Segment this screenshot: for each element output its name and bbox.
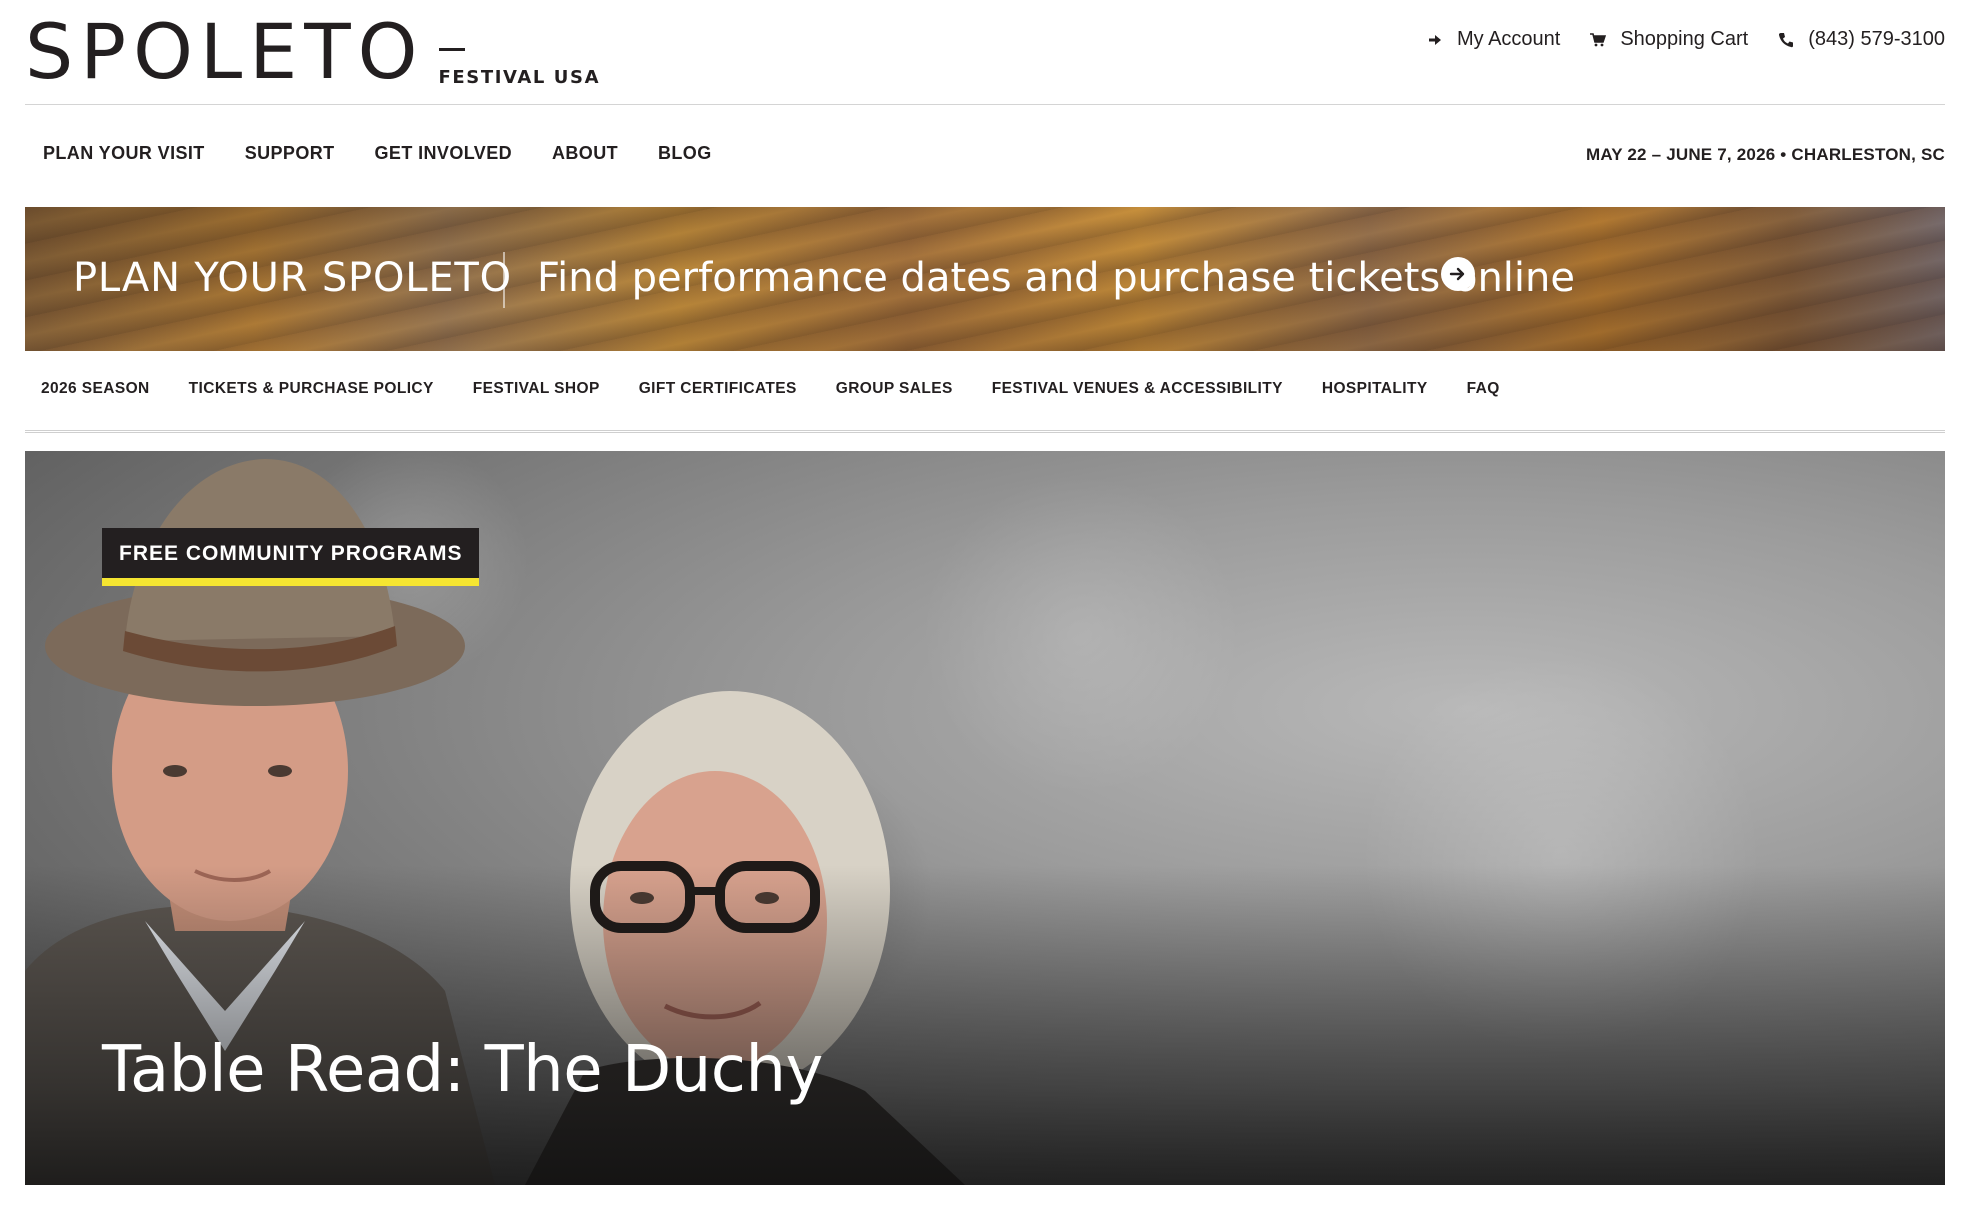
spoleto-logo[interactable]: SPOLETO FESTIVAL USA — [25, 14, 600, 90]
utility-nav: My Account Shopping Cart (843) 579-3100 — [1427, 28, 1945, 51]
my-account-label: My Account — [1456, 28, 1561, 50]
subnav-item-gift-certificates[interactable]: GIFT CERTIFICATES — [639, 380, 797, 398]
hero-bottom-shade — [25, 865, 1945, 1185]
nav-item-plan-your-visit[interactable]: PLAN YOUR VISIT — [43, 143, 205, 164]
nav-item-about[interactable]: ABOUT — [552, 143, 618, 164]
logo-subtitle-block: FESTIVAL USA — [438, 48, 601, 88]
nav-item-get-involved[interactable]: GET INVOLVED — [375, 143, 512, 164]
category-badge[interactable]: FREE COMMUNITY PROGRAMS — [102, 528, 480, 586]
main-nav-list: PLAN YOUR VISIT SUPPORT GET INVOLVED ABO… — [43, 143, 712, 164]
promo-divider — [503, 252, 505, 308]
subnav-item-tickets-purchase-policy[interactable]: TICKETS & PURCHASE POLICY — [189, 380, 434, 398]
arrow-circle-icon[interactable] — [1441, 257, 1475, 291]
nav-item-blog[interactable]: BLOG — [658, 143, 712, 164]
hero-feature-card[interactable]: FREE COMMUNITY PROGRAMS Table Read: The … — [25, 451, 1945, 1185]
site-header: SPOLETO FESTIVAL USA My Account Shopping… — [25, 0, 1945, 105]
main-nav: PLAN YOUR VISIT SUPPORT GET INVOLVED ABO… — [25, 105, 1945, 205]
phone-number: (843) 579-3100 — [1808, 28, 1945, 50]
subnav-item-group-sales[interactable]: GROUP SALES — [836, 380, 953, 398]
promo-text: Find performance dates and purchase tick… — [537, 255, 1575, 301]
hero-title[interactable]: Table Read: The Duchy — [102, 1033, 823, 1107]
plan-your-spoleto-banner[interactable]: PLAN YOUR SPOLETO Find performance dates… — [25, 207, 1945, 351]
logo-subtitle: FESTIVAL USA — [438, 67, 601, 88]
nav-item-support[interactable]: SUPPORT — [245, 143, 335, 164]
subnav-list: 2026 SEASON TICKETS & PURCHASE POLICY FE… — [41, 380, 1500, 398]
logo-dash — [438, 48, 465, 51]
subnav-item-hospitality[interactable]: HOSPITALITY — [1322, 380, 1428, 398]
subnav-item-festival-shop[interactable]: FESTIVAL SHOP — [473, 380, 600, 398]
shopping-cart-label: Shopping Cart — [1620, 28, 1749, 50]
phone-link[interactable]: (843) 579-3100 — [1778, 28, 1945, 51]
phone-icon — [1779, 32, 1794, 47]
plan-your-visit-subnav: 2026 SEASON TICKETS & PURCHASE POLICY FE… — [25, 352, 1945, 433]
promo-title: PLAN YOUR SPOLETO — [73, 255, 512, 301]
my-account-link[interactable]: My Account — [1427, 28, 1560, 51]
cart-icon — [1590, 32, 1607, 46]
festival-dates: MAY 22 – JUNE 7, 2026 • CHARLESTON, SC — [1585, 145, 1945, 164]
subnav-item-festival-venues-accessibility[interactable]: FESTIVAL VENUES & ACCESSIBILITY — [992, 380, 1283, 398]
subnav-item-2026-season[interactable]: 2026 SEASON — [41, 380, 150, 398]
subnav-item-faq[interactable]: FAQ — [1467, 380, 1500, 398]
logo-wordmark: SPOLETO — [25, 7, 425, 96]
arrow-right-icon — [1428, 34, 1441, 45]
shopping-cart-link[interactable]: Shopping Cart — [1590, 28, 1748, 51]
